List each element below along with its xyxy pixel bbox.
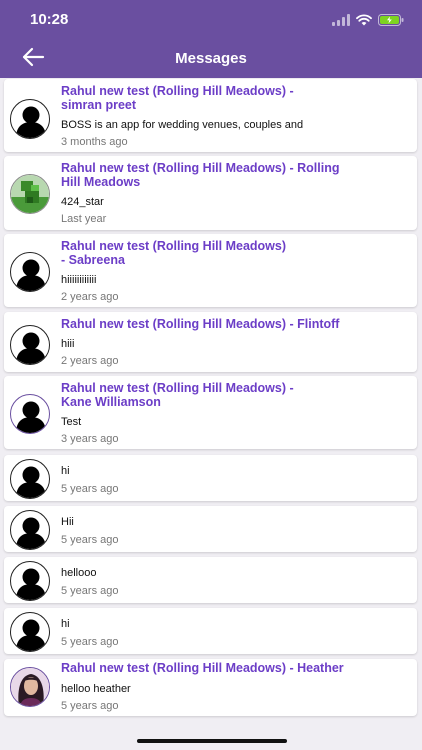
message-item[interactable]: hi 5 years ago bbox=[4, 455, 417, 501]
app-header: 10:28 Messages bbox=[0, 0, 422, 78]
message-preview: Hii bbox=[61, 516, 74, 528]
silhouette-icon bbox=[10, 459, 50, 499]
message-title-line: Rahul new test (Rolling Hill Meadows) - … bbox=[61, 161, 340, 175]
message-title: Rahul new test (Rolling Hill Meadows) - … bbox=[61, 317, 381, 331]
message-preview: hiii bbox=[61, 338, 75, 350]
message-title-line: - Sabreena bbox=[61, 253, 125, 267]
message-title-line: simran preet bbox=[61, 98, 137, 112]
battery-icon bbox=[378, 13, 404, 31]
message-item[interactable]: Rahul new test (Rolling Hill Meadows) - … bbox=[4, 312, 417, 372]
page-title: Messages bbox=[175, 50, 247, 67]
status-icons bbox=[332, 13, 404, 31]
message-time: 5 years ago bbox=[61, 700, 119, 712]
message-preview: hellooo bbox=[61, 567, 97, 579]
message-preview: hiiiiiiiiiiii bbox=[61, 274, 97, 286]
message-title: Rahul new test (Rolling Hill Meadows) - … bbox=[61, 661, 381, 675]
silhouette-icon bbox=[10, 325, 50, 365]
message-title: Rahul new test (Rolling Hill Meadows) - … bbox=[61, 84, 381, 112]
message-time: 3 years ago bbox=[61, 433, 119, 445]
message-item[interactable]: hellooo 5 years ago bbox=[4, 557, 417, 603]
message-title-line: Rahul new test (Rolling Hill Meadows) - … bbox=[61, 661, 344, 675]
message-preview: hi bbox=[61, 465, 70, 477]
message-title-line: Kane Williamson bbox=[61, 395, 161, 409]
message-title-line: Rahul new test (Rolling Hill Meadows) - … bbox=[61, 317, 340, 331]
signal-icon bbox=[332, 13, 350, 31]
message-item[interactable]: Rahul new test (Rolling Hill Meadows) - … bbox=[4, 156, 417, 230]
message-preview: Test bbox=[61, 416, 82, 428]
silhouette-icon bbox=[10, 561, 50, 601]
silhouette-icon bbox=[10, 99, 50, 139]
photo-avatar bbox=[10, 667, 50, 707]
status-bar: 10:28 bbox=[0, 0, 422, 40]
message-preview: 424_star bbox=[61, 196, 104, 208]
message-item[interactable]: Rahul new test (Rolling Hill Meadows) - … bbox=[4, 79, 417, 152]
messages-list: Rahul new test (Rolling Hill Meadows) - … bbox=[4, 78, 417, 718]
message-time: 5 years ago bbox=[61, 585, 119, 597]
message-title-line: Rahul new test (Rolling Hill Meadows) bbox=[61, 239, 287, 253]
message-title: Rahul new test (Rolling Hill Meadows) - … bbox=[61, 239, 381, 267]
message-time: 3 months ago bbox=[61, 136, 128, 148]
message-title-line: Hill Meadows bbox=[61, 175, 141, 189]
home-indicator bbox=[137, 739, 287, 743]
message-item[interactable]: Hii 5 years ago bbox=[4, 506, 417, 552]
message-preview: hi bbox=[61, 618, 70, 630]
message-time: Last year bbox=[61, 213, 107, 225]
message-item[interactable]: Rahul new test (Rolling Hill Meadows) - … bbox=[4, 376, 417, 449]
message-time: 2 years ago bbox=[61, 291, 119, 303]
title-bar: Messages bbox=[0, 40, 422, 78]
message-item[interactable]: Rahul new test (Rolling Hill Meadows) - … bbox=[4, 659, 417, 716]
message-time: 5 years ago bbox=[61, 483, 119, 495]
message-title: Rahul new test (Rolling Hill Meadows) - … bbox=[61, 381, 381, 409]
silhouette-icon bbox=[10, 252, 50, 292]
silhouette-icon bbox=[10, 510, 50, 550]
message-time: 5 years ago bbox=[61, 534, 119, 546]
silhouette-icon bbox=[10, 612, 50, 652]
message-time: 2 years ago bbox=[61, 355, 119, 367]
message-preview: helloo heather bbox=[61, 683, 131, 695]
photo-avatar bbox=[10, 174, 50, 214]
message-time: 5 years ago bbox=[61, 636, 119, 648]
wifi-icon bbox=[356, 13, 372, 31]
clock: 10:28 bbox=[30, 11, 69, 28]
message-preview: BOSS is an app for wedding venues, coupl… bbox=[61, 119, 304, 131]
message-title-line: Rahul new test (Rolling Hill Meadows) - bbox=[61, 381, 294, 395]
message-item[interactable]: Rahul new test (Rolling Hill Meadows) - … bbox=[4, 234, 417, 307]
silhouette-icon bbox=[10, 394, 50, 434]
message-title-line: Rahul new test (Rolling Hill Meadows) - bbox=[61, 84, 294, 98]
message-item[interactable]: hi 5 years ago bbox=[4, 608, 417, 654]
message-title: Rahul new test (Rolling Hill Meadows) - … bbox=[61, 161, 381, 189]
